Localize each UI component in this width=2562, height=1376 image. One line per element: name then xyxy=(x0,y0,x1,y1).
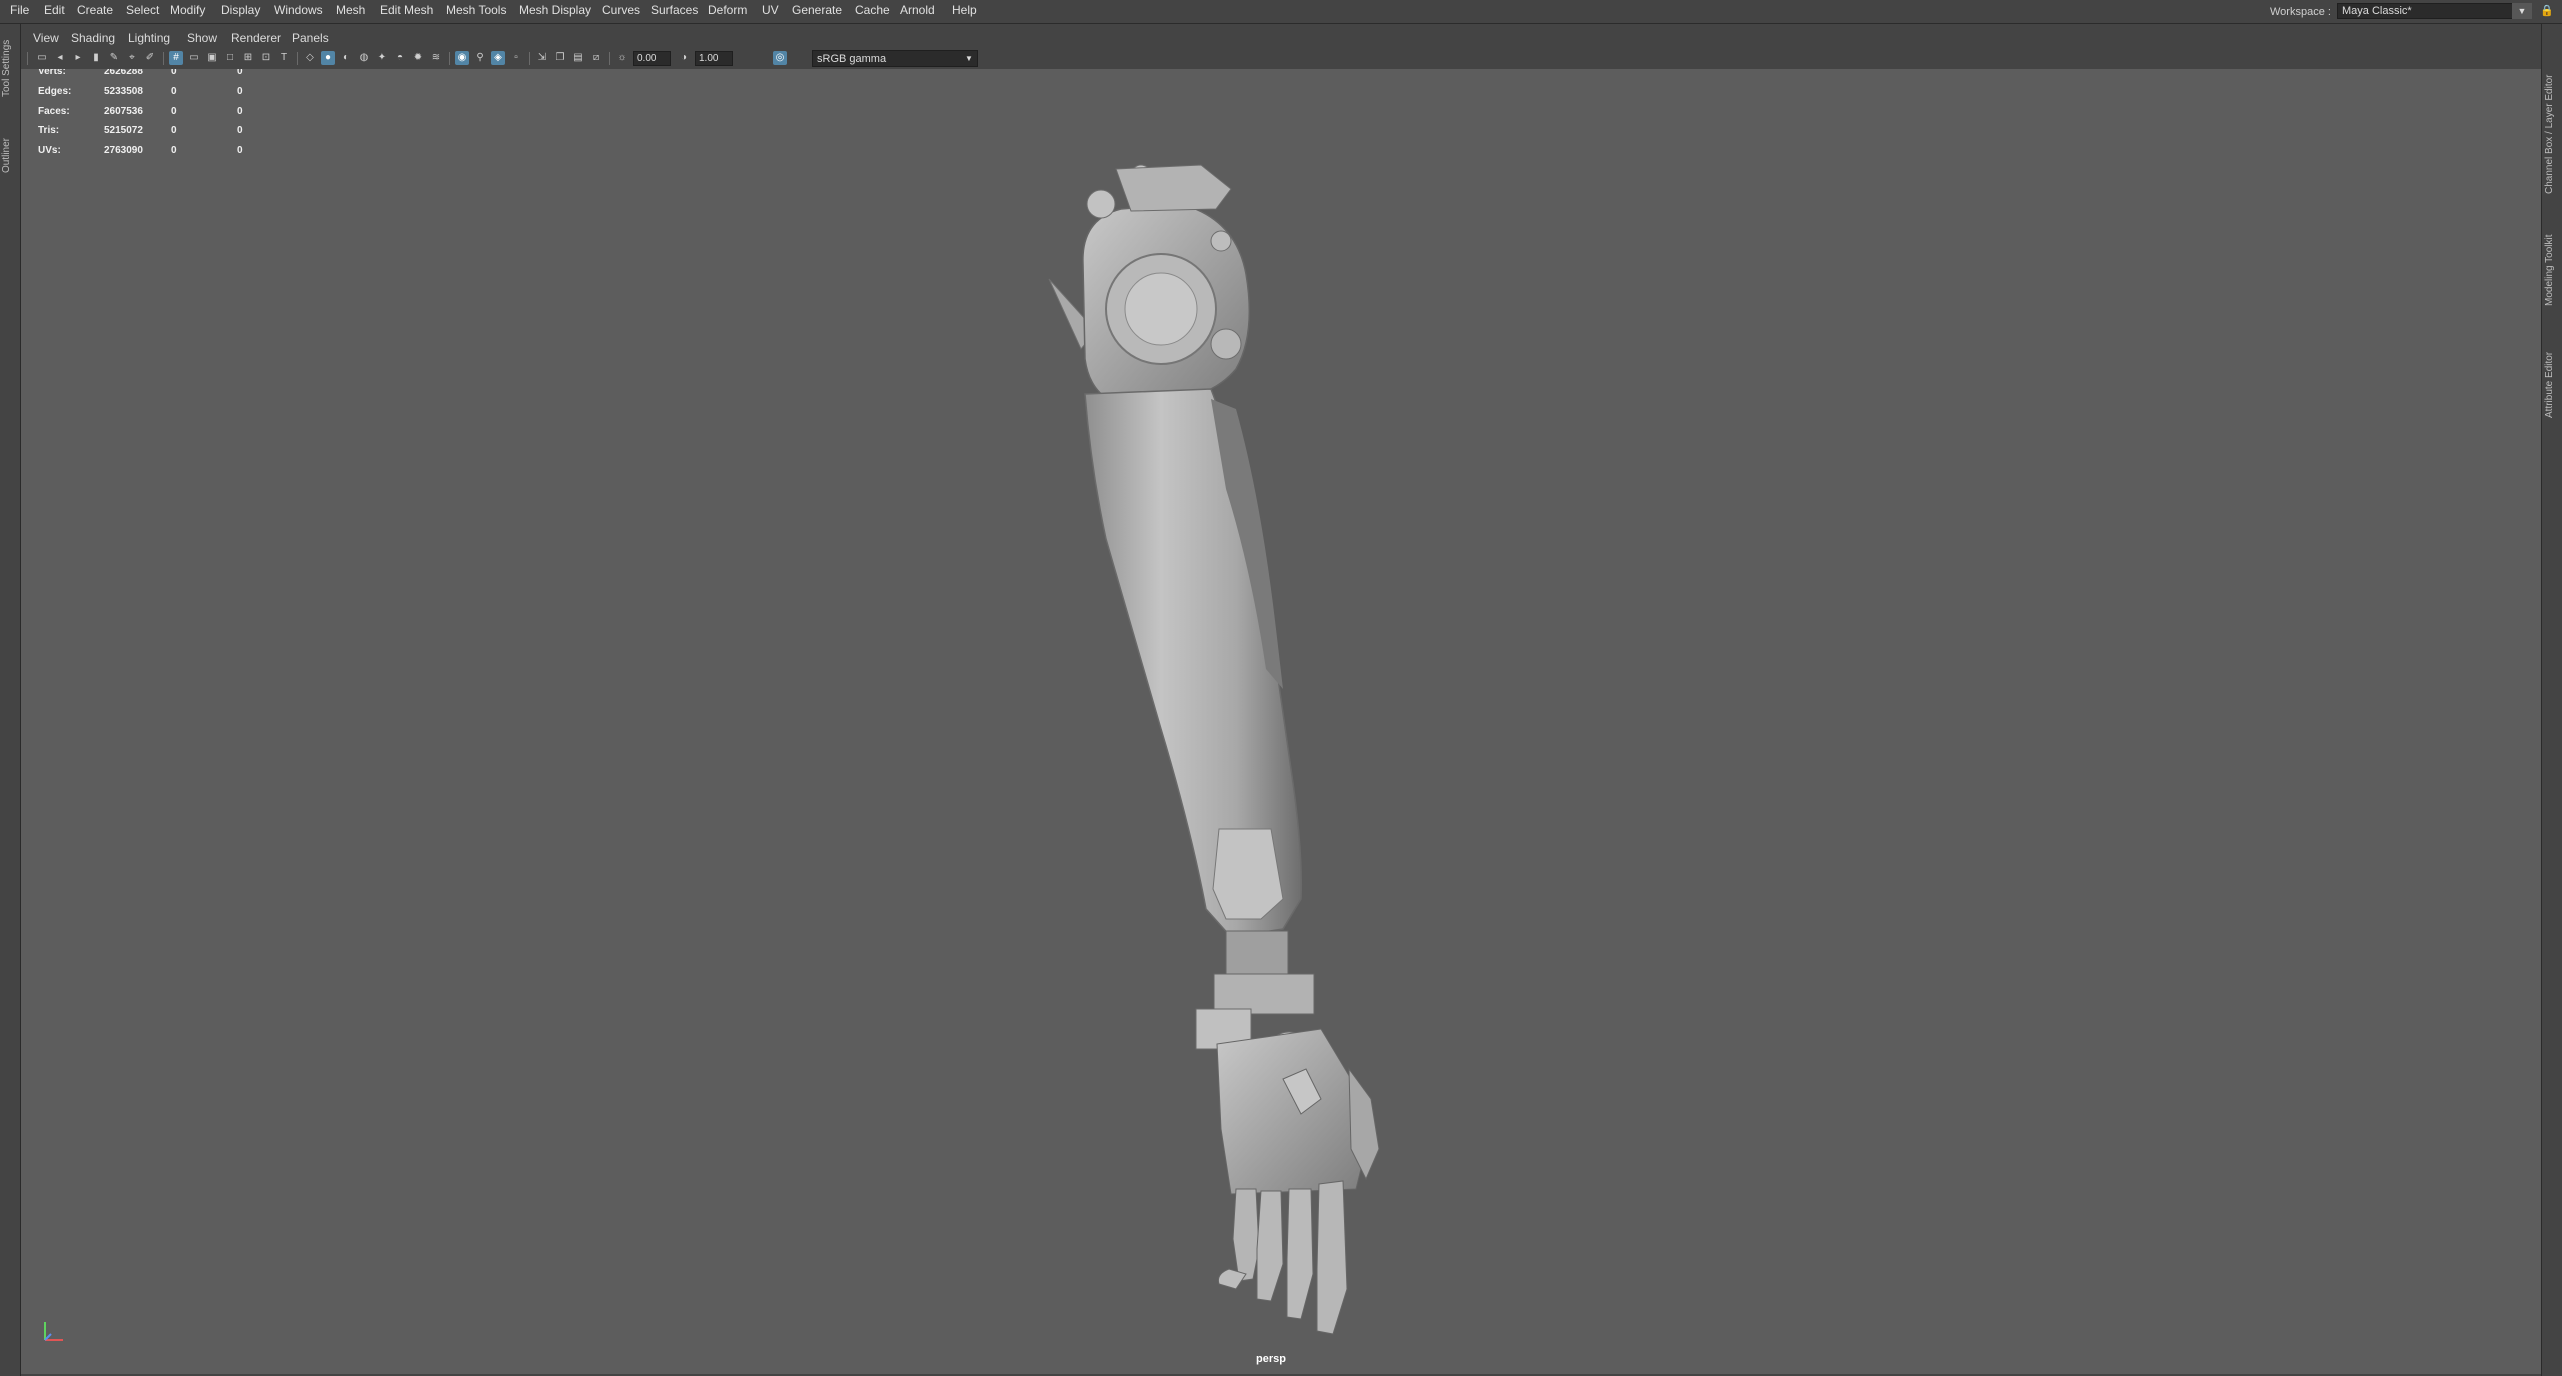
menu-help[interactable]: Help xyxy=(952,0,977,23)
main-menu-bar: File Edit Create Select Modify Display W… xyxy=(0,0,2562,24)
panel-menu-lighting[interactable]: Lighting xyxy=(128,28,170,48)
menu-mesh-tools[interactable]: Mesh Tools xyxy=(446,0,506,23)
menu-edit[interactable]: Edit xyxy=(44,0,65,23)
gamma-field[interactable]: 1.00 xyxy=(695,51,733,66)
panel-menu-renderer[interactable]: Renderer xyxy=(231,28,281,48)
left-side-tabs: Tool Settings Outliner xyxy=(0,24,21,1376)
panel-menu-show[interactable]: Show xyxy=(187,28,217,48)
exposure-icon[interactable]: ☼ xyxy=(615,51,629,65)
display-icon[interactable]: ❐ xyxy=(553,51,567,65)
menu-deform[interactable]: Deform xyxy=(708,0,747,23)
axis-gizmo-icon xyxy=(44,1322,63,1341)
shoulder-joint xyxy=(1048,164,1251,402)
2d-pan-zoom-icon[interactable]: ✐ xyxy=(143,51,157,65)
menu-cache[interactable]: Cache xyxy=(855,0,890,23)
field-chart-icon[interactable]: ⊞ xyxy=(241,51,255,65)
film-gate-icon[interactable]: ▭ xyxy=(187,51,201,65)
menu-create[interactable]: Create xyxy=(77,0,113,23)
motion-blur-icon[interactable]: ≋ xyxy=(429,51,443,65)
camera-name-label: persp xyxy=(1256,1353,1286,1365)
smooth-shade-icon[interactable]: ● xyxy=(321,51,335,65)
tab-outliner[interactable]: Outliner xyxy=(1,120,19,190)
workspace-dropdown[interactable]: Maya Classic* xyxy=(2337,3,2532,19)
textured-icon[interactable]: ◍ xyxy=(357,51,371,65)
menu-select[interactable]: Select xyxy=(126,0,159,23)
forearm-shell xyxy=(1084,388,1303,938)
use-all-lights-icon[interactable]: ✦ xyxy=(375,51,389,65)
tab-attribute-editor[interactable]: Attribute Editor xyxy=(2544,308,2562,418)
select-camera-icon[interactable]: ▭ xyxy=(35,51,49,65)
workspace-label: Workspace : xyxy=(2270,6,2331,18)
resolution-gate-icon[interactable]: ▣ xyxy=(205,51,219,65)
right-side-tabs: Channel Box / Layer Editor Modeling Tool… xyxy=(2541,24,2562,1376)
lock-icon[interactable]: 🔒 xyxy=(2540,4,2554,18)
chevron-down-icon[interactable]: ▼ xyxy=(962,51,976,66)
menu-windows[interactable]: Windows xyxy=(274,0,323,23)
bookmark-icon[interactable]: ▮ xyxy=(89,51,103,65)
xray-icon[interactable]: ⚲ xyxy=(473,51,487,65)
menu-file[interactable]: File xyxy=(10,0,29,23)
grid-icon[interactable]: # xyxy=(169,51,183,65)
menu-display[interactable]: Display xyxy=(221,0,260,23)
wireframe-icon[interactable]: ◇ xyxy=(303,51,317,65)
menu-modify[interactable]: Modify xyxy=(170,0,205,23)
panel-menu-panels[interactable]: Panels xyxy=(292,28,329,48)
xray-active-components-icon[interactable]: ▫ xyxy=(509,51,523,65)
image-plane-icon[interactable]: ✎ xyxy=(107,51,121,65)
tab-tool-settings[interactable]: Tool Settings xyxy=(1,32,19,104)
panel-toolbar: ▭ ◂ ▸ ▮ ✎ ⌖ ✐ # ▭ ▣ □ ⊞ ⊡ T ◇ ● ◐ ◍ ✦ ◓ … xyxy=(21,48,2541,70)
menu-arnold[interactable]: Arnold xyxy=(900,0,935,23)
robotic-arm-model[interactable] xyxy=(21,69,2541,1374)
camera-attributes-icon[interactable]: ⌖ xyxy=(125,51,139,65)
wireframe-on-shaded-icon[interactable]: ◐ xyxy=(339,51,353,65)
safe-action-icon[interactable]: ⊡ xyxy=(259,51,273,65)
snap-icon[interactable]: ⇲ xyxy=(535,51,549,65)
panel-menu-shading[interactable]: Shading xyxy=(71,28,115,48)
color-management-icon[interactable]: ◎ xyxy=(773,51,787,65)
ui-toggle-icon[interactable]: ⧄ xyxy=(589,51,603,65)
hand xyxy=(1216,1028,1380,1335)
panel-menu-view[interactable]: View xyxy=(33,28,59,48)
menu-mesh[interactable]: Mesh xyxy=(336,0,365,23)
tab-channel-box[interactable]: Channel Box / Layer Editor xyxy=(2544,34,2562,194)
menu-curves[interactable]: Curves xyxy=(602,0,640,23)
hud-icon[interactable]: ▤ xyxy=(571,51,585,65)
tab-modeling-toolkit[interactable]: Modeling Toolkit xyxy=(2544,196,2562,306)
gamma-icon[interactable]: ◑ xyxy=(677,51,691,65)
menu-edit-mesh[interactable]: Edit Mesh xyxy=(380,0,433,23)
chevron-down-icon[interactable]: ▼ xyxy=(2512,3,2532,19)
gate-mask-icon[interactable]: □ xyxy=(223,51,237,65)
menu-uv[interactable]: UV xyxy=(762,0,779,23)
xray-joints-icon[interactable]: ◈ xyxy=(491,51,505,65)
next-view-icon[interactable]: ▸ xyxy=(71,51,85,65)
screen-space-ao-icon[interactable]: ✹ xyxy=(411,51,425,65)
color-space-dropdown[interactable]: sRGB gamma xyxy=(812,50,978,67)
exposure-field[interactable]: 0.00 xyxy=(633,51,671,66)
menu-mesh-display[interactable]: Mesh Display xyxy=(519,0,591,23)
menu-generate[interactable]: Generate xyxy=(792,0,842,23)
panel-menu-bar: View Shading Lighting Show Renderer Pane… xyxy=(21,28,2541,48)
menu-surfaces[interactable]: Surfaces xyxy=(651,0,698,23)
previous-view-icon[interactable]: ◂ xyxy=(53,51,67,65)
3d-viewport[interactable]: Verts: 2626288 0 0 Edges: 5233508 0 0 Fa… xyxy=(21,69,2541,1374)
isolate-select-icon[interactable]: ◉ xyxy=(455,51,469,65)
shadows-icon[interactable]: ◓ xyxy=(393,51,407,65)
safe-title-icon[interactable]: T xyxy=(277,51,291,65)
